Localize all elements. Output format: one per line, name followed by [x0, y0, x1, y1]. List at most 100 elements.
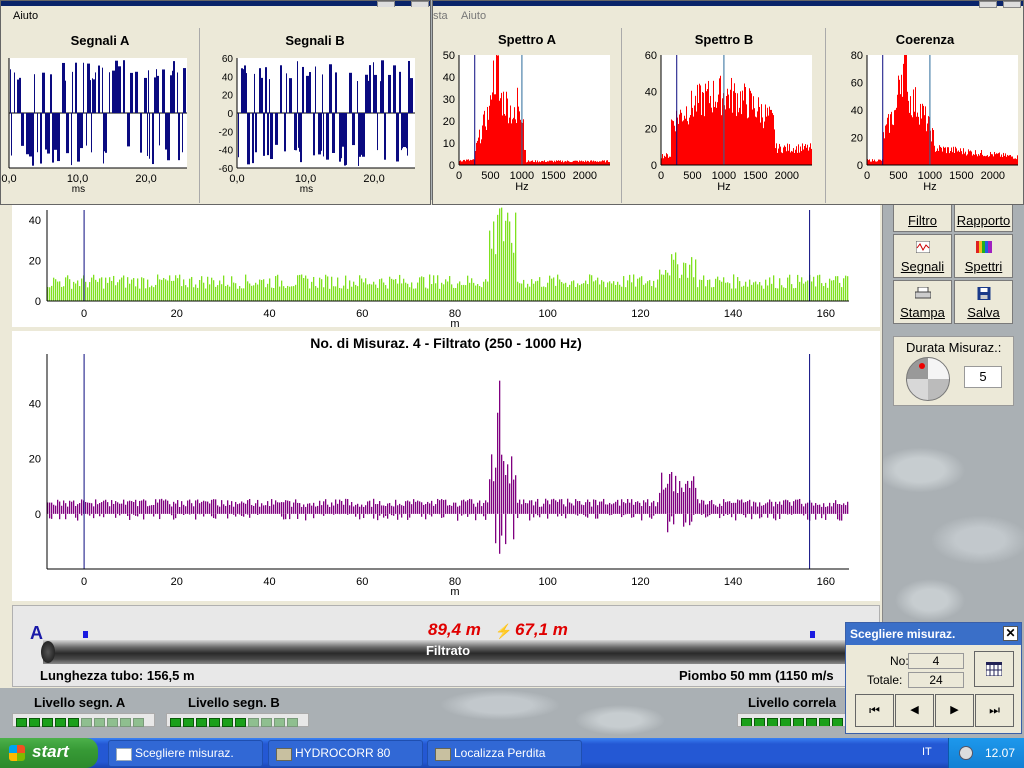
dialog-list-button[interactable] [974, 651, 1014, 687]
signals-a-bar [42, 72, 45, 113]
correlation-top-xtick: 160 [817, 308, 835, 320]
signals-b-bar [263, 113, 265, 156]
spectrum-a-bar [585, 160, 586, 165]
menu-aiuto-right[interactable]: Aiuto [461, 10, 486, 22]
correlation-top-bar [189, 278, 191, 301]
correlation-filtered-bar [319, 500, 321, 514]
signals-a-bar [162, 69, 165, 113]
menu-vista-partial[interactable]: sta [433, 10, 448, 22]
coherence-bar [996, 153, 997, 165]
last-button[interactable]: ⏭ [975, 694, 1014, 727]
correlation-top-bar [315, 286, 317, 301]
spectrum-a-bar [531, 160, 532, 165]
first-button[interactable]: ⏮ [855, 694, 894, 727]
correlation-top-bar [707, 280, 709, 301]
correlation-top-bar [67, 275, 69, 301]
duration-knob[interactable] [906, 357, 950, 401]
signals-b-bar [403, 113, 406, 148]
correlation-top-bar [505, 220, 507, 301]
correlation-filtered-bar [671, 471, 673, 514]
coherence-bar [886, 124, 887, 165]
dialog-close-button[interactable]: ✕ [1003, 626, 1018, 641]
spectrum-a-bar [603, 160, 604, 165]
dialog-titlebar[interactable]: Scegliere misuraz. ✕ [846, 623, 1021, 645]
correlation-top-bar [385, 285, 387, 301]
coherence-bar [884, 138, 885, 165]
correlation-top-bar [521, 283, 523, 301]
correlation-filtered-bar [621, 499, 623, 514]
correlation-filtered-bar [557, 501, 559, 514]
spectrum-b-bar [681, 112, 682, 165]
spectrum-b-bar [799, 152, 800, 165]
spectrum-a-bar [519, 111, 520, 165]
taskbar-item-hydrocorr[interactable]: HYDROCORR 80 [268, 740, 423, 767]
next-button[interactable]: ▶ [935, 694, 974, 727]
spectra-button[interactable]: Spettri [954, 234, 1013, 278]
correlation-filtered-bar [555, 500, 557, 514]
correlation-top-bar [185, 285, 187, 301]
correlation-top-bar [551, 278, 553, 301]
spectra-window-titlebar[interactable] [433, 1, 1023, 6]
signals-button[interactable]: Segnali [893, 234, 952, 278]
correlation-top-xlabel: m [450, 318, 459, 327]
taskbar-item-select-measurement[interactable]: Scegliere misuraz. [108, 740, 263, 767]
correlation-filtered-bar [275, 500, 277, 514]
tray-icon[interactable] [959, 746, 973, 760]
correlation-top-bar [249, 283, 251, 301]
signals-a-bar [104, 113, 105, 152]
correlation-filtered-bar [179, 506, 181, 514]
correlation-filtered-bar [799, 498, 801, 514]
spectrum-a-bar [587, 160, 588, 165]
correlation-top-bar [835, 276, 837, 301]
spectrum-b-bar [797, 152, 798, 165]
correlation-top-bar [485, 279, 487, 301]
correlation-filtered-bar [361, 504, 363, 514]
correlation-filtered-xtick: 0 [81, 576, 87, 588]
spectrum-b-bar [754, 108, 755, 165]
correlation-filtered-bar [379, 501, 381, 514]
correlation-top-bar [653, 280, 655, 301]
correlation-filtered-bar [821, 506, 823, 514]
taskbar-item-localizza[interactable]: Localizza Perdita [427, 740, 582, 767]
print-button[interactable]: Stampa [893, 280, 952, 324]
start-button[interactable]: start [0, 738, 98, 768]
correlation-top-bar [839, 282, 841, 301]
spectrum-b-bar [669, 156, 670, 165]
correlation-filtered-bar [757, 506, 759, 514]
correlation-top-bar [687, 277, 689, 301]
correlation-filtered-bar-neg [671, 513, 673, 517]
correlation-filtered-bar [271, 499, 273, 514]
prev-button[interactable]: ◀ [895, 694, 934, 727]
correlation-filtered-bar [373, 498, 375, 514]
correlation-filtered-bar [171, 506, 173, 514]
correlation-filtered-bar [111, 500, 113, 514]
correlation-filtered-bar [185, 506, 187, 514]
correlation-top-bar [393, 279, 395, 301]
correlation-top-bar [633, 274, 635, 301]
correlation-filtered-bar [417, 500, 419, 514]
correlation-filtered-bar [451, 505, 453, 514]
coherence-bar [875, 161, 876, 165]
correlation-top-bar [231, 276, 233, 301]
correlation-filtered-bar [201, 501, 203, 514]
correlation-top-bar [557, 274, 559, 301]
correlation-top-bar [361, 278, 363, 301]
signals-window-titlebar[interactable] [1, 1, 430, 6]
correlation-top-bar [629, 274, 631, 301]
print-button-label: Stampa [900, 305, 945, 320]
spectrum-b-bar [672, 120, 673, 165]
duration-value[interactable]: 5 [964, 366, 1002, 388]
coherence-bar [894, 110, 895, 165]
menu-aiuto-left[interactable]: Aiuto [13, 10, 38, 22]
language-indicator[interactable]: IT [922, 746, 932, 758]
spectrum-b-bar [666, 153, 667, 165]
save-button[interactable]: Salva [954, 280, 1013, 324]
signals-b-bar [368, 80, 369, 113]
coherence-bar [965, 151, 966, 165]
correlation-filtered-bar-neg [585, 513, 587, 517]
correlation-filtered-bar [221, 500, 223, 514]
coherence-bar [914, 111, 915, 165]
correlation-filtered-bar [561, 499, 563, 514]
correlation-filtered-bar-neg [409, 513, 411, 518]
correlation-top-bar [255, 282, 257, 301]
